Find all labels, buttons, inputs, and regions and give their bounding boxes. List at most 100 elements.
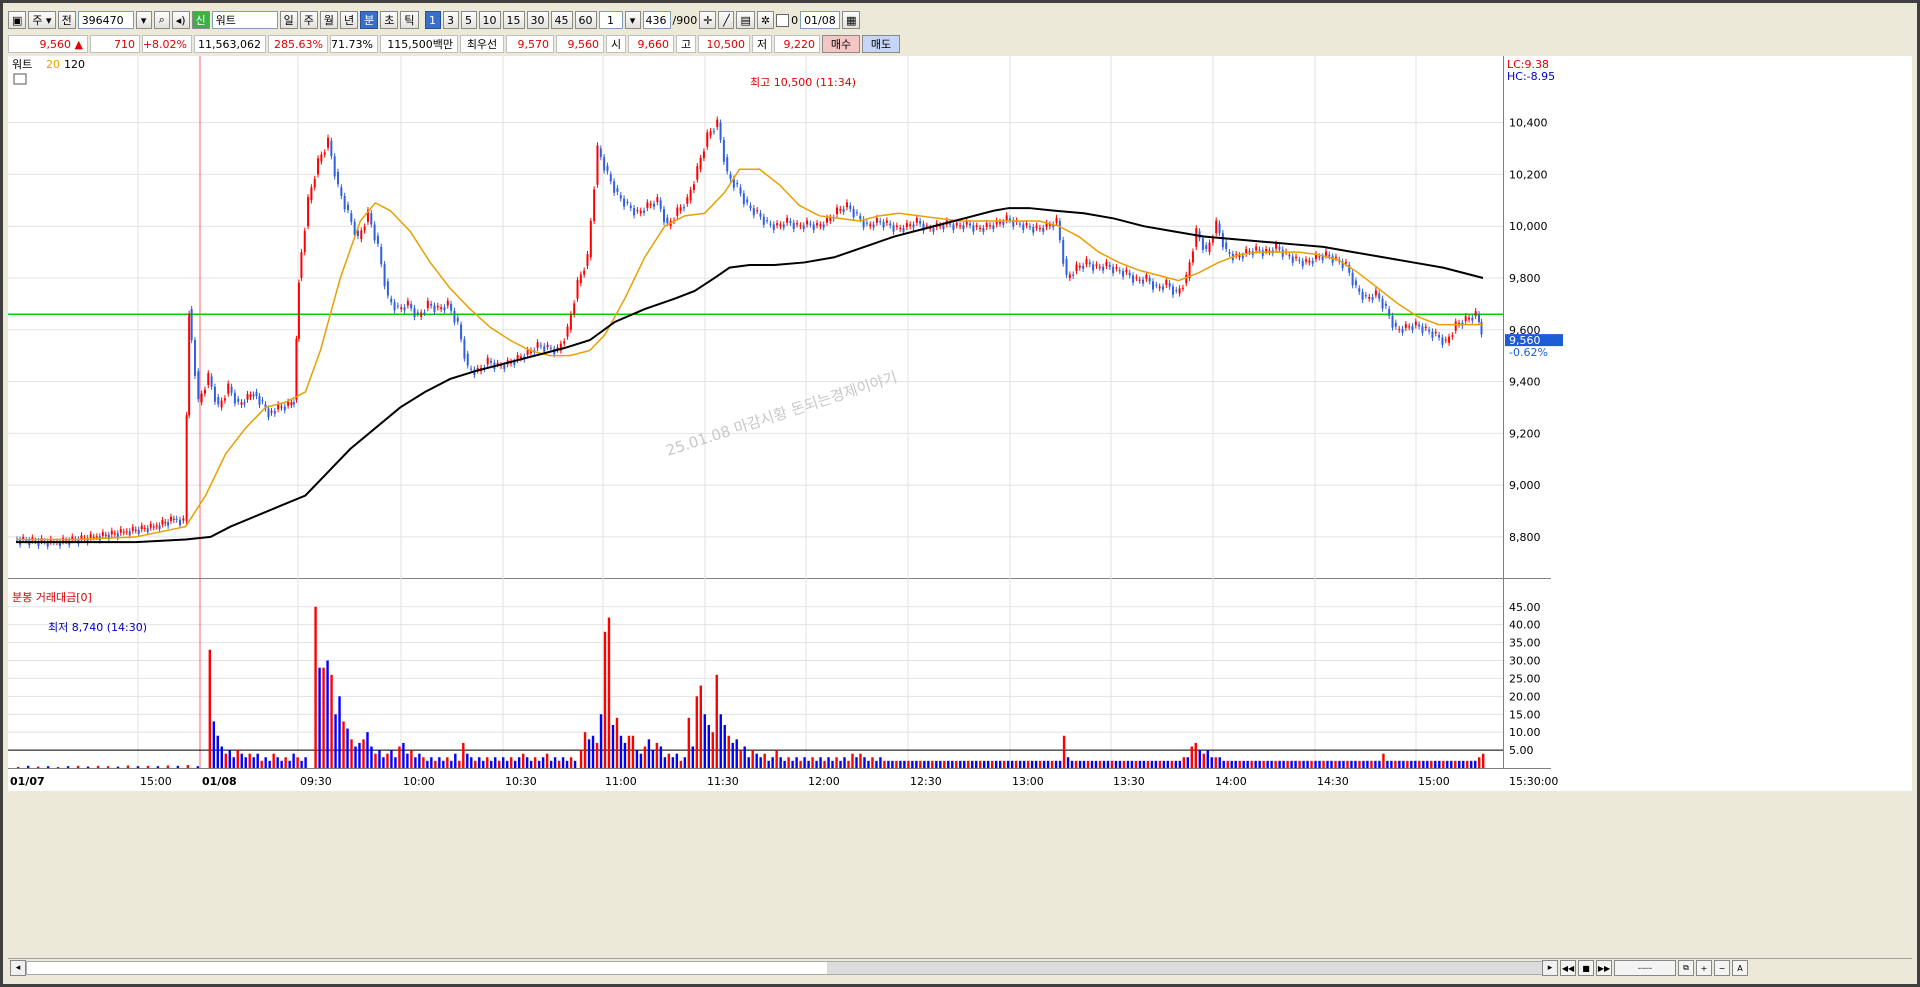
period-button[interactable]: 초 [380, 11, 399, 29]
interval-button[interactable]: 10 [478, 11, 501, 29]
interval-button[interactable]: 3 [442, 11, 459, 29]
scroll-right-icon[interactable]: ▸ [1542, 960, 1558, 976]
period-button[interactable]: 주 [299, 11, 318, 29]
stock-chart[interactable]: 10,40010,20010,0009,8009,6009,4009,2009,… [8, 56, 1912, 956]
interval-dropdown-icon[interactable]: ▾ [624, 11, 641, 29]
volume-bar [671, 757, 675, 768]
count-input[interactable]: 436 [642, 11, 671, 29]
volume-bar [827, 757, 830, 768]
interval-button[interactable]: 1 [424, 11, 441, 29]
volume-bar [1462, 760, 1465, 768]
scroll-left-icon[interactable]: ◂ [10, 960, 26, 976]
candle-body [1474, 311, 1477, 316]
interval-button[interactable]: 5 [460, 11, 477, 29]
candle-body [1288, 254, 1291, 257]
chart-type-icon[interactable]: ▣ [8, 11, 27, 29]
stock-code-input[interactable]: 396470 [77, 11, 134, 29]
candle-body [258, 396, 261, 405]
interval-button[interactable]: 30 [526, 11, 549, 29]
candle-body [583, 270, 586, 275]
volume-bar [280, 760, 283, 768]
candle-body [1055, 217, 1058, 223]
period-button[interactable]: 년 [340, 11, 359, 29]
candle-body [230, 386, 233, 393]
rewind-icon[interactable]: ◀◀ [1560, 960, 1576, 976]
candle-body [1228, 252, 1231, 254]
candle-body [649, 203, 652, 206]
candle-body [227, 383, 230, 394]
volume-bar [743, 746, 746, 768]
volume-bar [911, 760, 914, 768]
candle-body [816, 223, 819, 226]
candle-body [769, 223, 772, 225]
price-tick-label: 9,000 [1509, 479, 1541, 492]
volume-bar [1274, 760, 1277, 768]
period-button[interactable]: 일 [279, 11, 298, 29]
volume-bar [659, 746, 663, 768]
volume-bar [1350, 760, 1353, 768]
candle-body [1221, 233, 1224, 248]
volume-bar [951, 760, 954, 768]
volume-bar [1390, 760, 1393, 768]
volume-bar [1434, 760, 1437, 768]
gear-icon[interactable]: ✲ [756, 11, 775, 29]
sell-button[interactable]: 매도 [862, 35, 900, 53]
stock-name-field[interactable]: 워트 [211, 11, 278, 29]
volume-bar [843, 757, 846, 768]
interval-button[interactable]: 45 [550, 11, 573, 29]
volume-bar [1302, 760, 1305, 768]
volume-bar [1430, 760, 1433, 768]
market-select[interactable]: 주 ▾ [28, 11, 56, 29]
candle-body [255, 391, 258, 397]
zoom-out-icon[interactable]: − [1714, 960, 1730, 976]
volume-bar [819, 757, 822, 768]
zoom-in-icon[interactable]: + [1696, 960, 1712, 976]
interval-button[interactable]: 60 [574, 11, 597, 29]
candle-body [1471, 317, 1474, 321]
volume-bar [146, 765, 150, 768]
volume-bar [541, 757, 545, 768]
forward-icon[interactable]: ▶▶ [1596, 960, 1612, 976]
zoom-reset-icon[interactable]: ⧉ [1678, 960, 1694, 976]
candle-body [1155, 284, 1158, 286]
candle-body [383, 264, 386, 287]
calendar-icon[interactable]: ▦ [842, 11, 861, 29]
volume-bar [268, 760, 271, 768]
draw-tool-icon[interactable]: ╱ [718, 11, 735, 29]
candle-body [1002, 221, 1005, 225]
stop-icon[interactable]: ■ [1578, 960, 1594, 976]
chart-scrollbar: ◂ ▸ ◀◀ ■ ▶▶ ┈┈┈ ⧉ + − A [8, 958, 1912, 977]
candle-body [450, 303, 453, 311]
volume-bar [871, 757, 874, 768]
volume-bar [615, 717, 619, 768]
period-button[interactable]: 틱 [400, 11, 419, 29]
interval-button[interactable]: 15 [502, 11, 525, 29]
speed-slider[interactable]: ┈┈┈ [1614, 960, 1676, 976]
candle-body [962, 225, 965, 230]
candle-body [290, 402, 293, 405]
buy-button[interactable]: 매수 [822, 35, 860, 53]
save-icon[interactable]: ▤ [736, 11, 755, 29]
scroll-thumb[interactable] [827, 962, 1557, 974]
volume-bar [639, 753, 643, 768]
period-button[interactable]: 분 [360, 11, 379, 29]
date-checkbox[interactable] [776, 13, 790, 27]
candle-body [1118, 270, 1121, 272]
volume-bar [450, 760, 453, 768]
candle-body [749, 205, 752, 209]
scroll-track[interactable] [26, 961, 1558, 975]
volume-bar [719, 714, 722, 768]
period-button[interactable]: 월 [319, 11, 339, 29]
date-input[interactable]: 01/08 [800, 11, 841, 29]
custom-interval-input[interactable]: 1 [598, 11, 623, 29]
sound-icon[interactable]: ◂) [171, 11, 190, 29]
auto-scale-icon[interactable]: A [1732, 960, 1748, 976]
volume-bar [284, 757, 287, 768]
candle-body [223, 398, 226, 401]
candle-body [413, 308, 416, 318]
period-type-label[interactable]: 전 [57, 11, 76, 29]
search-icon[interactable]: ⌕ [153, 11, 170, 29]
crosshair-icon[interactable]: ✛ [699, 11, 717, 29]
code-dropdown-icon[interactable]: ▾ [135, 11, 152, 29]
volume-bar [1482, 753, 1485, 768]
